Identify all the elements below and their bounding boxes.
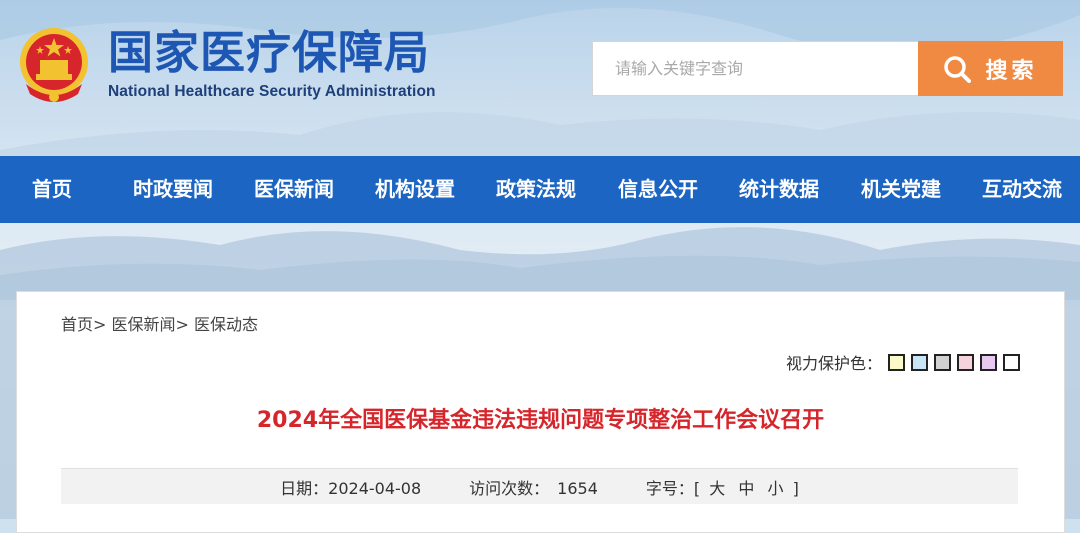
article-card: 首页> 医保新闻> 医保动态 视力保护色： 2024年全国医保基金违法违规问题专…: [16, 291, 1065, 533]
visits-label: 访问次数：: [469, 478, 550, 498]
color-swatch-white[interactable]: [1003, 353, 1020, 371]
font-size-control: 字号：[ 大 中 小 ]: [646, 475, 799, 499]
date-label: 日期：: [280, 478, 329, 498]
site-logo-title: 国家医疗保障局: [108, 26, 431, 79]
article-date: 日期：2024-04-08: [280, 475, 421, 499]
main-nav: 首页 时政要闻 医保新闻 机构设置 政策法规 信息公开 统计数据 机关党建 互动…: [0, 156, 1080, 223]
font-size-small[interactable]: 小: [767, 479, 783, 498]
search-button-label: 搜索: [985, 58, 1038, 84]
color-swatch-blue[interactable]: [911, 353, 928, 371]
search-icon: [944, 55, 972, 83]
search-button[interactable]: 搜索: [918, 41, 1063, 96]
nav-item-policies[interactable]: 政策法规: [496, 156, 576, 223]
date-value: 2024-04-08: [328, 478, 422, 498]
breadcrumb: 首页> 医保新闻> 医保动态: [61, 311, 258, 335]
article-title: 2024年全国医保基金违法违规问题专项整治工作会议召开: [256, 408, 825, 433]
visits-value: 1654: [557, 478, 598, 498]
font-size-bracket-open: [: [693, 478, 701, 498]
font-size-medium[interactable]: 中: [738, 479, 754, 498]
breadcrumb-medical-news[interactable]: 医保新闻: [112, 315, 176, 334]
nav-item-organization[interactable]: 机构设置: [375, 156, 455, 223]
nav-item-political-news[interactable]: 时政要闻: [133, 156, 213, 223]
article-visits: 访问次数： 1654: [469, 475, 598, 499]
nav-item-medical-news[interactable]: 医保新闻: [254, 156, 334, 223]
color-swatch-purple[interactable]: [980, 353, 997, 371]
national-emblem-icon: [16, 24, 92, 104]
search-input[interactable]: [592, 41, 918, 96]
nav-item-party-building[interactable]: 机关党建: [861, 156, 941, 223]
breadcrumb-separator: >: [93, 315, 107, 334]
breadcrumb-separator: >: [175, 315, 189, 334]
nav-item-info-disclosure[interactable]: 信息公开: [618, 156, 698, 223]
font-size-bracket-close: ]: [792, 478, 799, 498]
eye-protection-colors: 视力保护色：: [786, 350, 1020, 374]
breadcrumb-medical-dynamics[interactable]: 医保动态: [194, 315, 258, 334]
nav-item-home[interactable]: 首页: [32, 156, 72, 223]
font-size-label: 字号：: [645, 478, 694, 498]
site-logo-subtitle: National Healthcare Security Administrat…: [108, 83, 436, 100]
color-swatch-gray[interactable]: [934, 353, 951, 371]
nav-item-interaction[interactable]: 互动交流: [982, 156, 1062, 223]
breadcrumb-home[interactable]: 首页: [61, 315, 93, 334]
eye-protection-label: 视力保护色：: [785, 354, 882, 373]
article-meta: 日期：2024-04-08 访问次数： 1654 字号：[ 大 中 小 ]: [61, 468, 1018, 504]
color-swatch-yellow[interactable]: [888, 353, 905, 371]
color-swatch-pink[interactable]: [957, 353, 974, 371]
font-size-large[interactable]: 大: [709, 479, 725, 498]
nav-item-statistics[interactable]: 统计数据: [739, 156, 819, 223]
